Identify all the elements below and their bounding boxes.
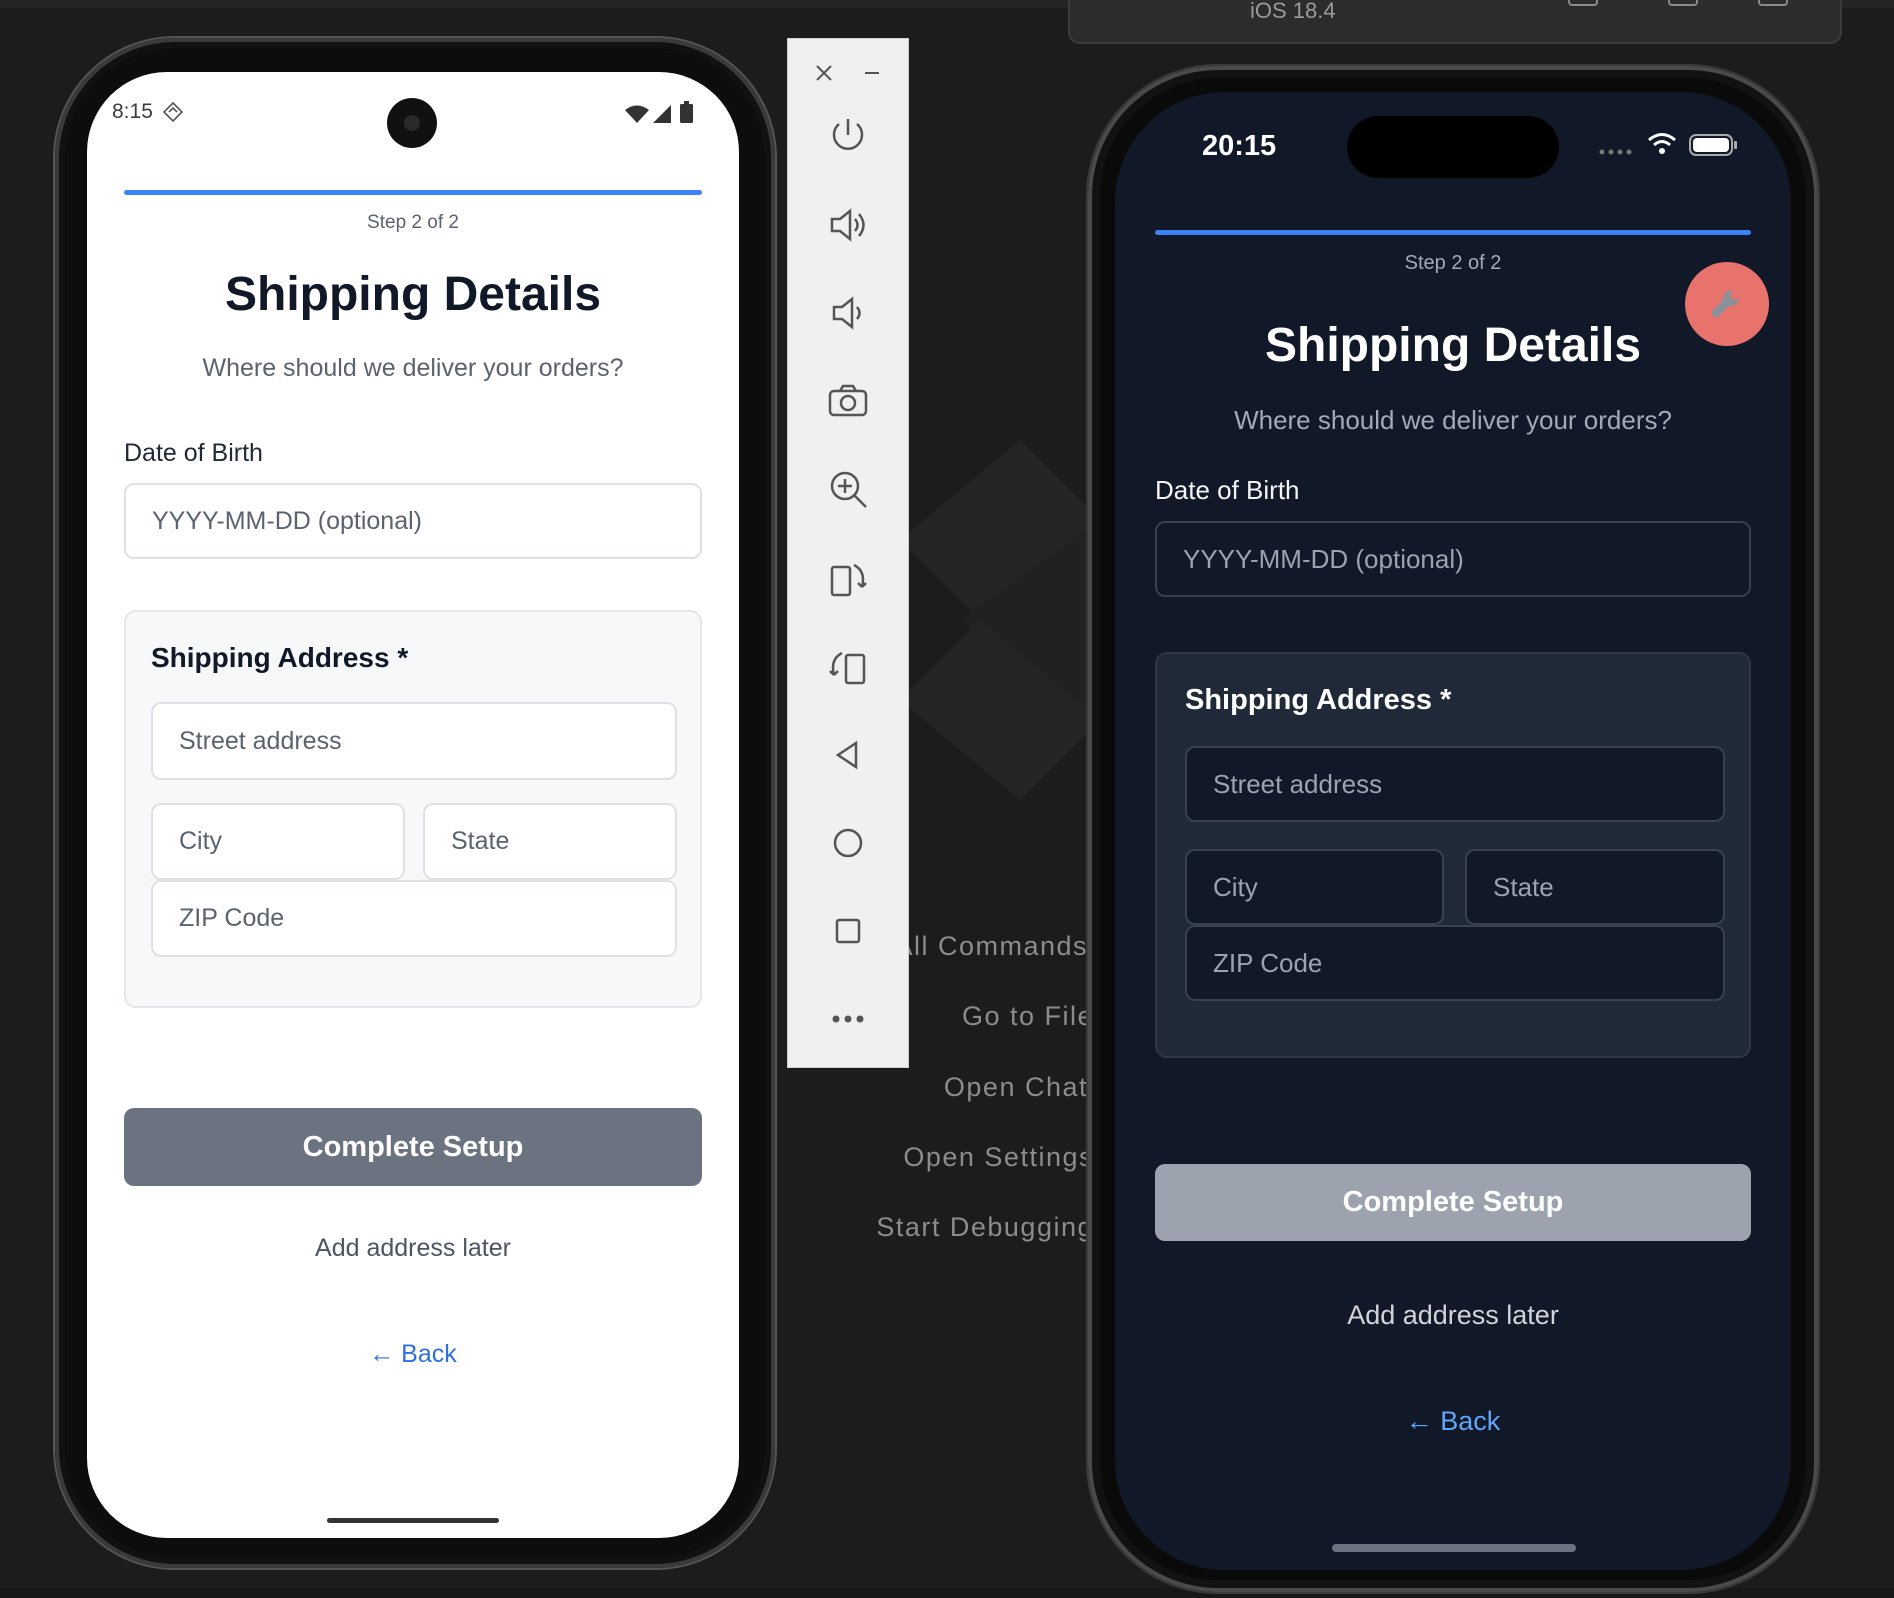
zoom-icon[interactable]	[788, 459, 908, 519]
complete-setup-button[interactable]: Complete Setup	[124, 1108, 702, 1186]
vscode-command-start-debugging[interactable]: Start Debugging	[876, 1212, 1094, 1243]
vscode-command-all[interactable]: All Commands	[894, 931, 1088, 962]
city-input[interactable]: City	[1185, 849, 1444, 925]
battery-icon	[1689, 134, 1737, 156]
camera-cutout	[387, 98, 437, 148]
overview-nav-icon[interactable]	[788, 901, 908, 961]
signal-icon	[1599, 149, 1632, 155]
add-address-later-link[interactable]: Add address later	[1115, 1300, 1791, 1331]
rotate-icon[interactable]	[1758, 0, 1788, 6]
vscode-command-open-settings[interactable]: Open Settings	[903, 1142, 1094, 1173]
dob-label: Date of Birth	[1155, 475, 1300, 505]
vscode-command-go-to-file[interactable]: Go to File	[962, 1001, 1094, 1032]
complete-setup-button[interactable]: Complete Setup	[1155, 1164, 1751, 1241]
progress-bar	[1155, 230, 1751, 235]
back-link[interactable]: ← Back	[87, 1340, 739, 1369]
city-input[interactable]: City	[151, 803, 405, 880]
zip-code-input[interactable]: ZIP Code	[151, 880, 677, 957]
close-icon[interactable]	[804, 53, 844, 93]
vscode-command-open-chat[interactable]: Open Chat	[944, 1072, 1088, 1103]
rotate-left-icon[interactable]	[788, 549, 908, 609]
street-address-input[interactable]: Street address	[1185, 746, 1725, 822]
dob-label: Date of Birth	[124, 439, 263, 467]
dynamic-island	[1347, 116, 1559, 178]
android-screen: 8:15 Step 2 of 2 Shipping Details Where …	[87, 72, 739, 1538]
simulator-os-label: iOS 18.4	[1250, 0, 1336, 23]
wifi-icon	[625, 105, 649, 123]
back-nav-icon[interactable]	[788, 725, 908, 785]
state-input[interactable]: State	[423, 803, 677, 880]
more-icon[interactable]	[788, 989, 908, 1049]
emulator-toolbar	[787, 38, 909, 1068]
home-indicator[interactable]	[1332, 1544, 1576, 1552]
dob-field[interactable]: YYYY-MM-DD (optional)	[1155, 521, 1751, 597]
back-link[interactable]: ← Back	[1115, 1406, 1791, 1437]
page-title: Shipping Details	[224, 268, 602, 321]
wrench-icon	[1711, 290, 1739, 318]
page-subtitle: Where should we deliver your orders?	[1234, 405, 1672, 435]
home-button-icon[interactable]	[1568, 0, 1598, 6]
status-time: 8:15	[112, 100, 153, 123]
add-address-later-link[interactable]: Add address later	[87, 1234, 739, 1263]
shipping-address-label: Shipping Address *	[151, 642, 409, 673]
volume-down-icon[interactable]	[788, 283, 908, 343]
volume-up-icon[interactable]	[788, 195, 908, 255]
power-icon[interactable]	[788, 105, 908, 165]
step-label: Step 2 of 2	[367, 212, 459, 233]
shipping-address-label: Shipping Address *	[1185, 684, 1452, 716]
camera-icon[interactable]	[788, 371, 908, 431]
zip-code-input[interactable]: ZIP Code	[1185, 925, 1725, 1001]
screenshot-icon[interactable]	[1668, 0, 1698, 6]
rotate-right-icon[interactable]	[788, 637, 908, 697]
shipping-address-card: Shipping Address * Street address City S…	[124, 610, 702, 1008]
shipping-address-card: Shipping Address * Street address City S…	[1155, 652, 1751, 1058]
ios-screen: 20:15 Step 2 of 2 Shipping Details Where…	[1115, 92, 1791, 1570]
page-subtitle: Where should we deliver your orders?	[202, 354, 624, 382]
signal-icon	[653, 105, 671, 123]
wifi-icon	[1648, 133, 1676, 154]
progress-bar	[124, 190, 702, 195]
page-title: Shipping Details	[1264, 319, 1642, 372]
dev-tools-button[interactable]	[1685, 262, 1769, 346]
gesture-bar[interactable]	[327, 1518, 499, 1523]
ios-simulator-title-bar: iOS 18.4	[1068, 0, 1842, 44]
state-input[interactable]: State	[1465, 849, 1725, 925]
vscode-watermark-icon	[900, 440, 1100, 800]
street-address-input[interactable]: Street address	[151, 702, 677, 780]
minimize-icon[interactable]	[852, 53, 892, 93]
home-nav-icon[interactable]	[788, 813, 908, 873]
battery-icon	[680, 101, 693, 123]
dob-field[interactable]: YYYY-MM-DD (optional)	[124, 483, 702, 559]
location-icon	[163, 102, 183, 122]
step-label: Step 2 of 2	[1404, 252, 1502, 274]
status-time: 20:15	[1202, 130, 1277, 162]
